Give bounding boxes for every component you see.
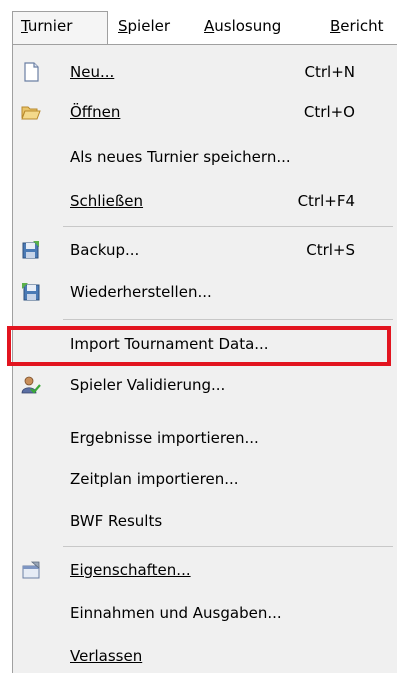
menu-item-label: Neu...: [70, 63, 115, 81]
menu-auslosung[interactable]: Auslosung: [196, 12, 289, 44]
menu-item-oeffnen[interactable]: Öffnen Ctrl+O: [13, 93, 397, 131]
menu-item-backup[interactable]: Backup... Ctrl+S: [13, 231, 397, 269]
menu-turnier-rest: urnier: [27, 17, 73, 35]
menu-item-shortcut: Ctrl+N: [304, 63, 355, 81]
menu-separator: [63, 319, 393, 320]
menu-item-neu[interactable]: Neu... Ctrl+N: [13, 53, 397, 91]
menu-bericht-rest: ericht: [340, 17, 384, 35]
menu-item-label: Zeitplan importieren...: [70, 470, 239, 488]
menu-item-als-neues-turnier-speichern[interactable]: Als neues Turnier speichern...: [13, 138, 397, 176]
menu-item-shortcut: Ctrl+S: [306, 241, 355, 259]
menu-item-label: Schließen: [70, 192, 144, 210]
properties-icon: [21, 560, 41, 580]
menu-auslosung-rest: uslosung: [214, 17, 282, 35]
menu-bericht-mnemonic: B: [330, 17, 341, 35]
menu-item-label: Eigenschaften...: [70, 561, 191, 579]
menu-item-label: Verlassen: [70, 647, 143, 665]
menu-item-label: Als neues Turnier speichern...: [70, 148, 291, 166]
menu-bar: Turnier Spieler Auslosung Bericht: [0, 0, 397, 45]
menu-item-label: Ergebnisse importieren...: [70, 429, 259, 447]
open-folder-icon: [21, 102, 41, 122]
menu-item-label: Spieler Validierung...: [70, 376, 226, 394]
menu-spieler-rest: pieler: [127, 17, 171, 35]
menu-item-bwf-results[interactable]: BWF Results: [13, 502, 397, 540]
backup-icon: [21, 240, 41, 260]
menu-item-einnahmen-und-ausgaben[interactable]: Einnahmen und Ausgaben...: [13, 594, 397, 632]
menu-spieler-mnemonic: S: [118, 17, 128, 35]
menu-separator: [63, 546, 393, 547]
menu-item-eigenschaften[interactable]: Eigenschaften...: [13, 551, 397, 589]
menu-item-shortcut: Ctrl+F4: [297, 192, 355, 210]
menu-separator: [63, 226, 393, 227]
menu-item-wiederherstellen[interactable]: Wiederherstellen...: [13, 273, 397, 311]
menu-item-label: BWF Results: [70, 512, 163, 530]
menu-item-label: Backup...: [70, 241, 140, 259]
menu-item-schliessen[interactable]: Schließen Ctrl+F4: [13, 182, 397, 220]
player-validation-icon: [21, 375, 41, 395]
highlight-box: [7, 326, 391, 366]
menu-spieler[interactable]: Spieler: [110, 12, 178, 44]
menu-turnier[interactable]: Turnier: [12, 11, 108, 45]
menu-turnier-mnemonic: T: [21, 17, 28, 35]
menu-item-label: Einnahmen und Ausgaben...: [70, 604, 282, 622]
menu-item-spieler-validierung[interactable]: Spieler Validierung...: [13, 366, 397, 404]
menu-auslosung-mnemonic: A: [204, 17, 215, 35]
restore-icon: [21, 282, 41, 302]
menu-item-verlassen[interactable]: Verlassen: [13, 637, 397, 675]
menu-item-ergebnisse-importieren[interactable]: Ergebnisse importieren...: [13, 419, 397, 457]
new-document-icon: [21, 62, 41, 82]
menu-item-shortcut: Ctrl+O: [303, 103, 355, 121]
menu-item-label: Wiederherstellen...: [70, 283, 212, 301]
menu-item-label: Öffnen: [70, 103, 121, 121]
menu-bericht[interactable]: Bericht: [322, 12, 392, 44]
menu-item-zeitplan-importieren[interactable]: Zeitplan importieren...: [13, 460, 397, 498]
